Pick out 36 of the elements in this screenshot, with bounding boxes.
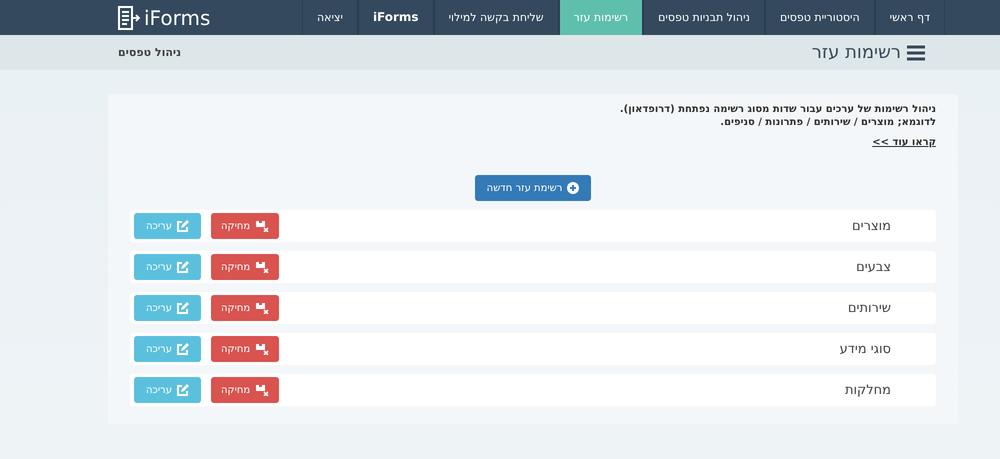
nav-link[interactable]: רשימות עזר <box>558 0 644 35</box>
delete-button[interactable]: מחיקה <box>210 377 280 403</box>
delete-icon <box>255 343 270 355</box>
form-arrow-icon <box>118 6 140 30</box>
new-list-button[interactable]: רשימת עזר חדשה <box>474 175 592 201</box>
plus-circle-icon <box>567 182 580 194</box>
delete-icon <box>255 384 270 396</box>
delete-button[interactable]: מחיקה <box>210 213 280 239</box>
list-name: סוגי מידע <box>840 342 891 356</box>
edit-button[interactable]: עריכה <box>134 254 201 280</box>
delete-icon <box>255 220 270 232</box>
list-name: מחלקות <box>844 382 891 398</box>
intro-text: לדוגמא; מוצרים / שירותים / פתרונות / סניפים. <box>719 117 936 128</box>
edit-button[interactable]: עריכה <box>134 377 201 403</box>
edit-button[interactable]: עריכה <box>134 213 201 239</box>
edit-icon <box>176 220 189 232</box>
list-name: צבעים <box>856 260 891 274</box>
edit-icon <box>176 384 189 396</box>
edit-button[interactable]: עריכה <box>134 336 201 362</box>
breadcrumb: ניהול טפסים <box>118 46 182 59</box>
page-title: רשימות עזר <box>812 42 901 63</box>
brand-name: iForms <box>144 6 210 30</box>
list-name: שירותים <box>848 300 891 316</box>
delete-button[interactable]: מחיקה <box>210 254 280 280</box>
menu-icon <box>907 44 925 60</box>
edit-icon <box>176 261 189 273</box>
list-name: מוצרים <box>852 218 891 234</box>
delete-button[interactable]: מחיקה <box>210 336 280 362</box>
edit-button[interactable]: עריכה <box>134 295 201 321</box>
read-more-link[interactable]: קראו עוד >> <box>872 137 936 148</box>
edit-icon <box>176 343 189 355</box>
delete-icon <box>255 302 270 314</box>
delete-button[interactable]: מחיקה <box>210 295 280 321</box>
edit-icon <box>176 302 189 314</box>
intro-text: ניהול רשימות של ערכים עבור שדות מסוג רשימה נפתחת (דרופדאון). <box>618 104 936 115</box>
delete-icon <box>255 261 270 273</box>
